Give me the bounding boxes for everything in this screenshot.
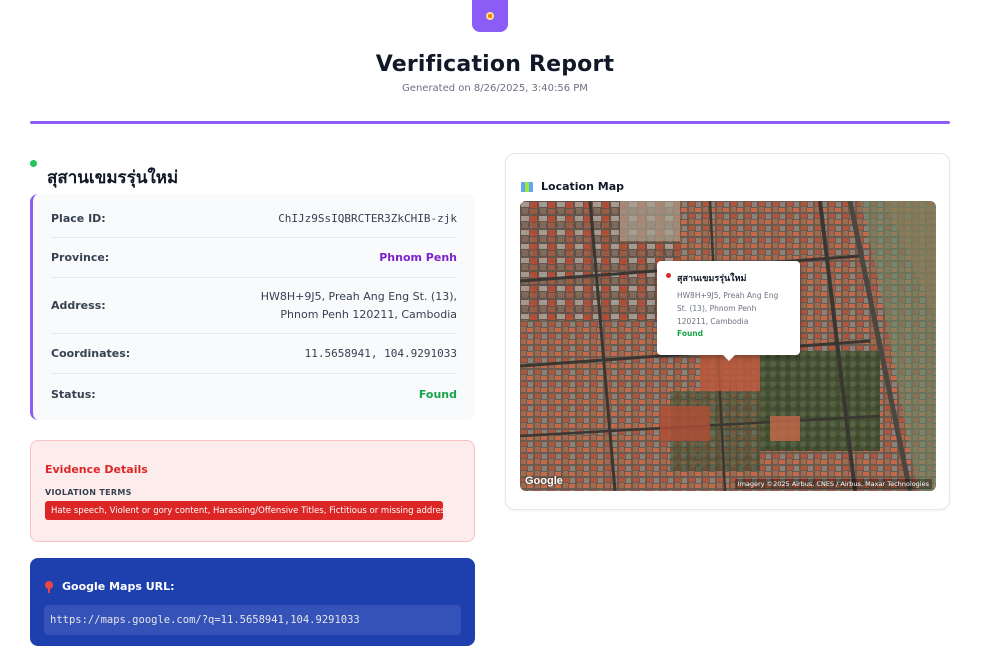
header-divider <box>30 121 950 124</box>
province-value: Phnom Penh <box>379 251 457 264</box>
page-title: Verification Report <box>375 52 615 77</box>
status-label: Status: <box>51 387 96 401</box>
evidence-title: Evidence Details <box>45 463 148 476</box>
violation-terms-heading: VIOLATION TERMS <box>45 488 132 497</box>
map-heading: Location Map <box>521 180 624 193</box>
place-marker-icon <box>666 273 671 278</box>
url-title: Google Maps URL: <box>62 580 175 593</box>
generated-timestamp: Generated on 8/26/2025, 3:40:56 PM <box>402 83 588 94</box>
imagery-credit: Imagery ©2025 Airbus, CNES / Airbus, Max… <box>734 479 932 489</box>
place-id-label: Place ID: <box>51 212 106 225</box>
place-heading: สุสานเขมรรุ่นใหม่ <box>30 158 178 191</box>
coordinates-value: 11.5658941, 104.9291033 <box>304 347 457 360</box>
address-label: Address: <box>51 299 106 312</box>
url-heading: Google Maps URL: <box>44 580 461 593</box>
place-id-row: Place ID: ChIJz9SsIQBRCTER3ZkCHIB-zjk <box>51 200 457 238</box>
coordinates-row: Coordinates: 11.5658941, 104.9291033 <box>51 334 457 374</box>
google-maps-url-link[interactable]: https://maps.google.com/?q=11.5658941,10… <box>44 605 461 635</box>
popup-address-line-2: St. (13), Phnom Penh <box>677 304 757 313</box>
address-row: Address: HW8H+9J5, Preah Ang Eng St. (13… <box>51 278 457 334</box>
popup-place-name: สุสานเขมรรุ่นใหม่ <box>677 274 747 284</box>
map-title: Location Map <box>541 180 624 193</box>
place-info-card: Place ID: ChIJz9SsIQBRCTER3ZkCHIB-zjk Pr… <box>30 194 475 420</box>
google-maps-url-card: Google Maps URL: https://maps.google.com… <box>30 558 475 646</box>
province-row: Province: Phnom Penh <box>51 238 457 278</box>
address-line-1: HW8H+9J5, Preah Ang Eng St. (13), <box>260 289 457 303</box>
map-icon <box>521 181 533 192</box>
google-logo: Google <box>525 475 563 487</box>
report-header: Verification Report Generated on 8/26/20… <box>0 52 990 94</box>
status-dot-icon <box>30 160 37 167</box>
popup-address: HW8H+9J5, Preah Ang Eng St. (13), Phnom … <box>677 289 792 328</box>
status-badge: Found <box>418 387 457 401</box>
location-map-card: Location Map สุสานเขมรรุ่นใหม่ HW8H+9J5,… <box>505 153 950 510</box>
satellite-map[interactable]: สุสานเขมรรุ่นใหม่ HW8H+9J5, Preah Ang En… <box>520 201 936 491</box>
address-value: HW8H+9J5, Preah Ang Eng St. (13), Phnom … <box>261 288 457 324</box>
popup-address-line-1: HW8H+9J5, Preah Ang Eng <box>677 291 779 300</box>
evidence-card: Evidence Details VIOLATION TERMS Hate sp… <box>30 440 475 542</box>
map-pin-icon <box>486 12 494 20</box>
place-name: สุสานเขมรรุ่นใหม่ <box>47 168 179 188</box>
map-pin-icon <box>44 580 54 593</box>
popup-address-line-3: 120211, Cambodia <box>677 317 749 326</box>
province-label: Province: <box>51 251 110 264</box>
popup-status: Found <box>677 329 704 338</box>
coordinates-label: Coordinates: <box>51 347 131 360</box>
address-line-2: Phnom Penh 120211, Cambodia <box>280 307 457 321</box>
map-info-popup[interactable]: สุสานเขมรรุ่นใหม่ HW8H+9J5, Preah Ang En… <box>657 261 800 361</box>
violation-terms-badge: Hate speech, Violent or gory content, Ha… <box>45 501 443 520</box>
status-row: Status: Found <box>51 374 457 414</box>
app-badge <box>472 0 508 32</box>
place-id-value: ChIJz9SsIQBRCTER3ZkCHIB-zjk <box>278 212 457 225</box>
